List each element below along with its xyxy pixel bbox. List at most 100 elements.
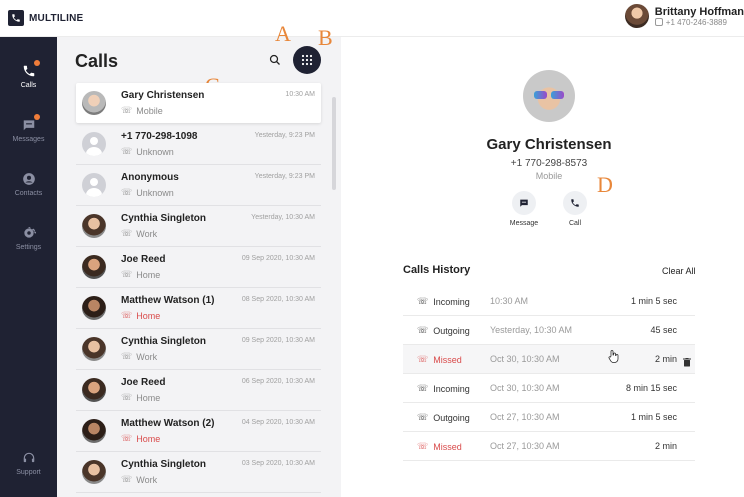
sidebar-item-label: Settings bbox=[15, 244, 42, 251]
history-row[interactable]: ☏ Incoming Oct 30, 10:30 AM 8 min 15 sec bbox=[403, 374, 695, 403]
history-type-label: Outgoing bbox=[433, 325, 470, 336]
contact-name: Gary Christensen bbox=[121, 90, 205, 101]
contact-name: Cynthia Singleton bbox=[121, 336, 206, 347]
history-time: Oct 30, 10:30 AM bbox=[490, 383, 560, 393]
contact-name: Gary Christensen bbox=[486, 136, 612, 153]
avatar bbox=[82, 214, 106, 238]
list-item[interactable]: Joe Reed ☏ Home 06 Sep 2020, 10:30 AM bbox=[76, 370, 321, 411]
call-type-label: Home bbox=[136, 310, 161, 321]
list-item[interactable]: +1 770-298-1098 ☏ Unknown Yesterday, 9:23… bbox=[76, 124, 321, 165]
phone-icon bbox=[21, 60, 40, 79]
user-name: Brittany Hoffman bbox=[654, 5, 744, 18]
call-type-icon: ☏ bbox=[121, 105, 133, 115]
history-row[interactable]: ☏ Incoming 10:30 AM 1 min 5 sec bbox=[403, 287, 695, 316]
list-item[interactable]: Gary Christensen ☏ Mobile 10:30 AM bbox=[76, 83, 321, 123]
sidebar-item-messages[interactable]: Messages bbox=[0, 114, 57, 143]
call-type: ☏ Unknown bbox=[121, 146, 174, 157]
history-row[interactable]: ☏ Missed Oct 30, 10:30 AM 2 min bbox=[403, 345, 695, 374]
list-item[interactable]: Cynthia Singleton ☏ Work 09 Sep 2020, 10:… bbox=[76, 329, 321, 370]
history-row[interactable]: ☏ Missed Oct 27, 10:30 AM 2 min bbox=[403, 432, 695, 461]
scrollbar[interactable] bbox=[332, 97, 336, 190]
message-icon bbox=[512, 191, 536, 215]
history-type-label: Missed bbox=[433, 441, 462, 452]
list-item[interactable]: Matthew Watson (2) ☏ Home 04 Sep 2020, 10… bbox=[76, 411, 321, 452]
list-item[interactable]: Matthew Watson (1) ☏ Home 08 Sep 2020, 10… bbox=[76, 288, 321, 329]
call-type-label: Mobile bbox=[136, 105, 163, 116]
list-item[interactable]: Cynthia Singleton ☏ Work Yesterday, 10:30… bbox=[76, 206, 321, 247]
contact-phone-type: Mobile bbox=[535, 171, 563, 181]
contact-name: Joe Reed bbox=[121, 254, 166, 265]
history-type-label: Incoming bbox=[433, 296, 470, 307]
list-item[interactable]: Joe Reed ☏ Home 09 Sep 2020, 10:30 AM bbox=[76, 247, 321, 288]
incoming-call-icon: ☏ bbox=[417, 383, 429, 393]
call-time: Yesterday, 9:23 PM bbox=[254, 132, 315, 139]
call-button[interactable]: Call bbox=[555, 191, 595, 227]
history-duration: 45 sec bbox=[650, 325, 677, 335]
sunglasses-graphic bbox=[534, 91, 564, 99]
dialpad-icon bbox=[301, 54, 313, 66]
history-time: Oct 27, 10:30 AM bbox=[490, 412, 560, 422]
history-type: ☏ Outgoing bbox=[417, 412, 470, 423]
dialpad-button[interactable] bbox=[293, 46, 321, 74]
avatar bbox=[82, 296, 106, 320]
contact-icon bbox=[21, 171, 37, 187]
call-type-label: Work bbox=[136, 474, 158, 485]
search-icon bbox=[269, 54, 280, 65]
delete-icon[interactable] bbox=[683, 354, 691, 372]
user-phone: +1 470-246-3889 bbox=[665, 17, 727, 27]
sidebar-item-support[interactable]: Support bbox=[0, 450, 57, 476]
contact-name: Matthew Watson (1) bbox=[121, 295, 215, 306]
sidebar-item-contacts[interactable]: Contacts bbox=[0, 171, 57, 197]
contact-name: Cynthia Singleton bbox=[121, 459, 206, 470]
call-type: ☏ Home bbox=[121, 433, 160, 444]
annotation-label-a: A bbox=[275, 21, 291, 46]
history-type-label: Missed bbox=[433, 354, 462, 365]
sidebar-item-calls[interactable]: Calls bbox=[0, 60, 57, 89]
history-time: Oct 27, 10:30 AM bbox=[490, 441, 560, 451]
calls-history-title: Calls History bbox=[403, 264, 471, 276]
missed-call-icon: ☏ bbox=[121, 433, 133, 443]
contact-name: Joe Reed bbox=[121, 377, 166, 388]
call-type-label: Home bbox=[136, 392, 161, 403]
avatar[interactable] bbox=[624, 4, 649, 28]
sidebar-item-label: Support bbox=[16, 469, 41, 476]
contact-name: Matthew Watson (2) bbox=[121, 418, 215, 429]
message-label: Message bbox=[509, 220, 539, 227]
sidebar: Calls Messages Contacts Settings Support bbox=[0, 37, 57, 497]
history-duration: 1 min 5 sec bbox=[630, 296, 677, 306]
call-time: 03 Sep 2020, 10:30 AM bbox=[241, 460, 315, 467]
history-row[interactable]: ☏ Outgoing Yesterday, 10:30 AM 45 sec bbox=[403, 316, 695, 345]
contact-name: Anonymous bbox=[121, 172, 179, 183]
history-time: Oct 30, 10:30 AM bbox=[490, 354, 560, 364]
history-row[interactable]: ☏ Outgoing Oct 27, 10:30 AM 1 min 5 sec bbox=[403, 403, 695, 432]
notification-dot bbox=[33, 60, 40, 66]
search-button[interactable] bbox=[266, 51, 284, 69]
call-type: ☏ Home bbox=[121, 392, 160, 403]
call-time: 04 Sep 2020, 10:30 AM bbox=[241, 419, 315, 426]
avatar bbox=[82, 419, 106, 443]
call-time: 06 Sep 2020, 10:30 AM bbox=[241, 378, 315, 385]
contact-detail-panel: Gary Christensen +1 770-298-8573 Mobile … bbox=[341, 37, 744, 497]
avatar bbox=[82, 91, 106, 115]
user-phone-row: +1 470-246-3889 bbox=[654, 17, 744, 27]
sidebar-item-settings[interactable]: Settings bbox=[0, 225, 57, 251]
call-type-icon: ☏ bbox=[121, 187, 133, 197]
history-type: ☏ Missed bbox=[417, 354, 462, 365]
missed-call-icon: ☏ bbox=[417, 441, 429, 451]
headset-icon bbox=[21, 450, 37, 466]
call-type-icon: ☏ bbox=[121, 269, 133, 279]
brand-name: MULTILINE bbox=[29, 12, 84, 24]
call-type-icon: ☏ bbox=[121, 474, 133, 484]
page-title: Calls bbox=[75, 51, 119, 71]
message-button[interactable]: Message bbox=[504, 191, 544, 227]
list-item[interactable]: Cynthia Singleton ☏ Work 03 Sep 2020, 10:… bbox=[76, 452, 321, 493]
clear-all-button[interactable]: Clear All bbox=[662, 266, 696, 276]
list-item[interactable]: Anonymous ☏ Unknown Yesterday, 9:23 PM bbox=[76, 165, 321, 206]
calls-list-panel: Calls A B C Gary Christensen ☏Mobile 10:… bbox=[57, 21, 341, 497]
call-type: ☏ Work bbox=[121, 474, 157, 485]
user-profile[interactable]: Brittany Hoffman +1 470-246-3889 bbox=[624, 4, 744, 28]
avatar bbox=[82, 337, 106, 361]
outgoing-call-icon: ☏ bbox=[417, 412, 429, 422]
device-icon bbox=[654, 18, 663, 26]
history-type-label: Outgoing bbox=[433, 412, 470, 423]
